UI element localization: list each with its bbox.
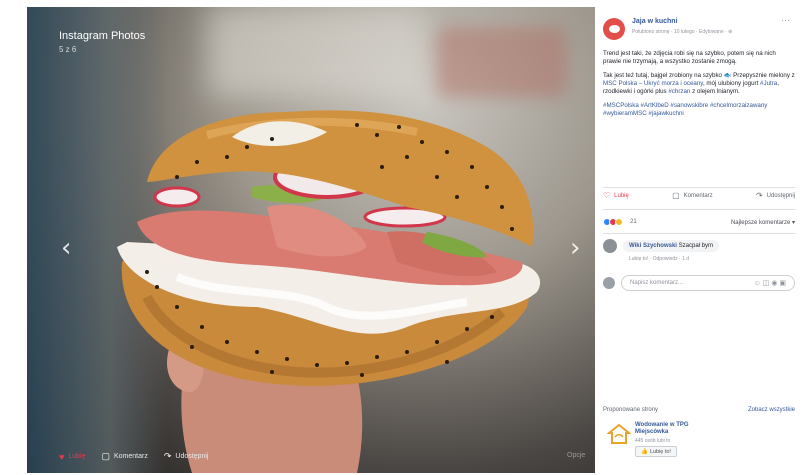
page-header: Jaja w kuchni Polubiono stronę · 10 lute… bbox=[603, 15, 795, 48]
msc-link[interactable]: MSC Polska – Ukryć morza i oceany bbox=[603, 80, 703, 87]
post-paragraph-1: Trend jest taki, że zdjęcia robi się na … bbox=[603, 50, 776, 65]
write-comment-row: Napisz komentarz... ☺ ◫ ◉ ▣ bbox=[603, 275, 795, 293]
share-button[interactable]: ↷ Udostępnij bbox=[756, 191, 795, 200]
viewer-action-bar: ♥ Lubię ▢ Komentarz ↷ Udostępnij bbox=[59, 451, 218, 462]
reactions-row: 21 Najlepsze komentarze ▾ bbox=[603, 218, 795, 230]
see-all-link[interactable]: Zobacz wszystkie bbox=[748, 407, 795, 413]
post-paragraph-2: Tak jest też tutaj, bajgel zrobiony na s… bbox=[603, 72, 795, 95]
post-side-panel: Jaja w kuchni Polubiono stronę · 10 lute… bbox=[595, 7, 803, 473]
comment-actions[interactable]: Lubię to! · Odpowiedz · 1 d bbox=[629, 256, 689, 262]
suggested-page-name[interactable]: Wodowanie w TPG Miejscówka bbox=[635, 422, 715, 436]
share-label: Udostępnij bbox=[766, 192, 795, 199]
suggested-page-logo-icon[interactable] bbox=[607, 422, 631, 446]
previous-photo-arrow-icon[interactable]: ‹ bbox=[61, 235, 71, 261]
viewer-comment-label: Komentarz bbox=[114, 453, 148, 460]
comment-input[interactable]: Napisz komentarz... ☺ ◫ ◉ ▣ bbox=[621, 275, 795, 291]
heart-icon: ♥ bbox=[59, 451, 65, 462]
hashtag-link[interactable]: #Jutra bbox=[760, 80, 777, 87]
suggested-pages-title: Proponowane strony bbox=[603, 407, 659, 413]
share-icon: ↷ bbox=[163, 451, 172, 461]
bagel-photo bbox=[117, 110, 541, 473]
comment-icon: ▢ bbox=[672, 191, 680, 200]
comment-text: Szacpał bym bbox=[678, 243, 713, 249]
comment-input-placeholder: Napisz komentarz... bbox=[630, 280, 684, 286]
avatar[interactable] bbox=[603, 239, 617, 253]
post-hashtags[interactable]: #MSCPolska #ArtKlbeD #sanowskibre #chcel… bbox=[603, 102, 795, 118]
photo-theater: Instagram Photos 5 z 6 ‹ › ♥ Lubię ▢ Kom… bbox=[27, 7, 803, 473]
more-options-icon[interactable]: ··· bbox=[781, 15, 790, 25]
comment-label: Komentarz bbox=[683, 192, 713, 199]
comment-bubble: Wiki Szychowski Szacpał bym bbox=[623, 240, 719, 252]
wow-reaction-icon[interactable] bbox=[615, 218, 623, 226]
comment-attachment-icons[interactable]: ☺ ◫ ◉ ▣ bbox=[754, 279, 786, 287]
divider bbox=[603, 209, 795, 210]
viewer-like-button[interactable]: ♥ Lubię bbox=[59, 452, 85, 462]
post-action-bar: ♡ Lubię ▢ Komentarz ↷ Udostępnij bbox=[603, 191, 795, 200]
like-button[interactable]: ♡ Lubię bbox=[603, 191, 629, 200]
comment-sort-dropdown[interactable]: Najlepsze komentarze ▾ bbox=[731, 219, 795, 226]
viewer-share-button[interactable]: ↷ Udostępnij bbox=[164, 451, 209, 462]
thumb-icon: 👍 bbox=[641, 448, 648, 455]
page-avatar[interactable] bbox=[603, 18, 625, 40]
share-icon: ↷ bbox=[755, 191, 763, 200]
next-photo-arrow-icon[interactable]: › bbox=[570, 235, 580, 261]
comment-button[interactable]: ▢ Komentarz bbox=[672, 191, 713, 200]
viewer-like-label: Lubię bbox=[68, 453, 86, 460]
fish-icon: 🐟 bbox=[723, 72, 732, 79]
like-page-label: Lubię to! bbox=[649, 448, 671, 455]
divider bbox=[603, 233, 795, 234]
post-text: Trend jest taki, że zdjęcia robi się na … bbox=[603, 50, 795, 124]
photo-counter: 5 z 6 bbox=[59, 45, 77, 54]
divider bbox=[603, 187, 795, 188]
like-page-button[interactable]: 👍 Lubię to! bbox=[635, 446, 677, 457]
hashtag-link[interactable]: #chrzan bbox=[668, 88, 690, 95]
viewer-options-link[interactable]: Opcje bbox=[567, 452, 585, 459]
like-label: Lubię bbox=[614, 192, 629, 199]
comment-author-link[interactable]: Wiki Szychowski bbox=[629, 243, 677, 249]
photo-viewer[interactable]: Instagram Photos 5 z 6 ‹ › ♥ Lubię ▢ Kom… bbox=[27, 7, 595, 473]
screen: Instagram Photos 5 z 6 ‹ › ♥ Lubię ▢ Kom… bbox=[0, 0, 805, 475]
comment: Wiki Szychowski Szacpał bym Lubię to! · … bbox=[603, 239, 795, 269]
heart-icon: ♡ bbox=[603, 191, 611, 200]
post-meta: Polubiono stronę · 10 lutego · Edytowane… bbox=[632, 29, 733, 35]
suggested-page-likes: 445 osób lubi to bbox=[635, 438, 671, 444]
page-name-link[interactable]: Jaja w kuchni bbox=[632, 18, 678, 25]
viewer-share-label: Udostępnij bbox=[175, 453, 209, 460]
viewer-comment-button[interactable]: ▢ Komentarz bbox=[101, 451, 147, 462]
comment-icon: ▢ bbox=[101, 451, 110, 461]
album-title: Instagram Photos bbox=[59, 30, 146, 42]
reaction-count[interactable]: 21 bbox=[630, 219, 637, 225]
avatar bbox=[603, 277, 615, 289]
